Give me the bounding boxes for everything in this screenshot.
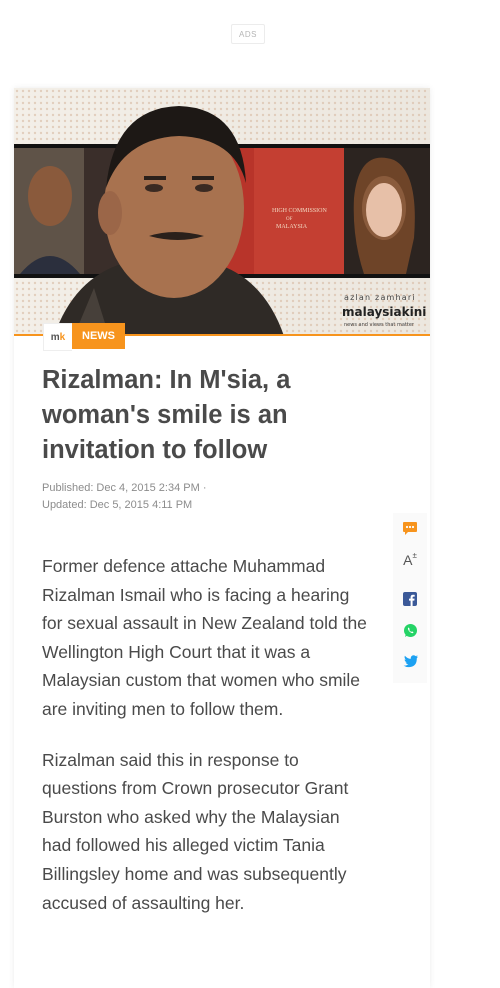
comment-icon[interactable] <box>401 519 419 537</box>
facebook-icon[interactable] <box>401 590 419 608</box>
article-paragraph: Former defence attache Muhammad Rizalman… <box>42 556 367 719</box>
article-title: Rizalman: In M'sia, a woman's smile is a… <box>42 366 291 464</box>
malaysiakini-logo[interactable]: mk <box>43 323 72 351</box>
hero-brand: malaysiakini <box>342 305 426 319</box>
whatsapp-icon[interactable] <box>401 621 419 639</box>
font-size-label: A <box>403 552 413 568</box>
hero-brand-tagline: news and views that matter <box>344 322 415 328</box>
article-body: Former defence attache Muhammad Rizalman… <box>42 552 368 939</box>
hero-credit: azlan zamhari <box>344 293 416 302</box>
hero-commission-text-3: MALAYSIA <box>276 224 308 230</box>
article-paragraph: Rizalman said this in response to questi… <box>42 749 349 913</box>
logo-letter-k: k <box>59 331 66 343</box>
font-size-plus-icon: ± <box>412 550 417 560</box>
category-tags: mk NEWS <box>43 323 125 351</box>
hero-image[interactable]: HIGH COMMISSION OF MALAYSIA azlan zamhar… <box>14 88 430 336</box>
font-size-icon[interactable]: A ± <box>401 551 419 569</box>
hero-commission-text-1: HIGH COMMISSION <box>272 208 328 214</box>
updated-date: Updated: Dec 5, 2015 4:11 PM <box>42 499 193 511</box>
hero-commission-text-2: OF <box>286 217 293 222</box>
logo-letter-m: m <box>50 331 60 343</box>
published-date: Published: Dec 4, 2015 2:34 PM · <box>42 482 207 494</box>
article-card: HIGH COMMISSION OF MALAYSIA azlan zamhar… <box>14 88 430 988</box>
twitter-icon[interactable] <box>401 652 419 670</box>
ads-label: ADS <box>231 24 265 44</box>
article-meta: Published: Dec 4, 2015 2:34 PM · Updated… <box>42 480 206 514</box>
share-toolbar: A ± <box>393 513 427 683</box>
hero-collage: HIGH COMMISSION OF MALAYSIA azlan zamhar… <box>14 88 430 336</box>
category-news-tag[interactable]: NEWS <box>72 323 125 349</box>
